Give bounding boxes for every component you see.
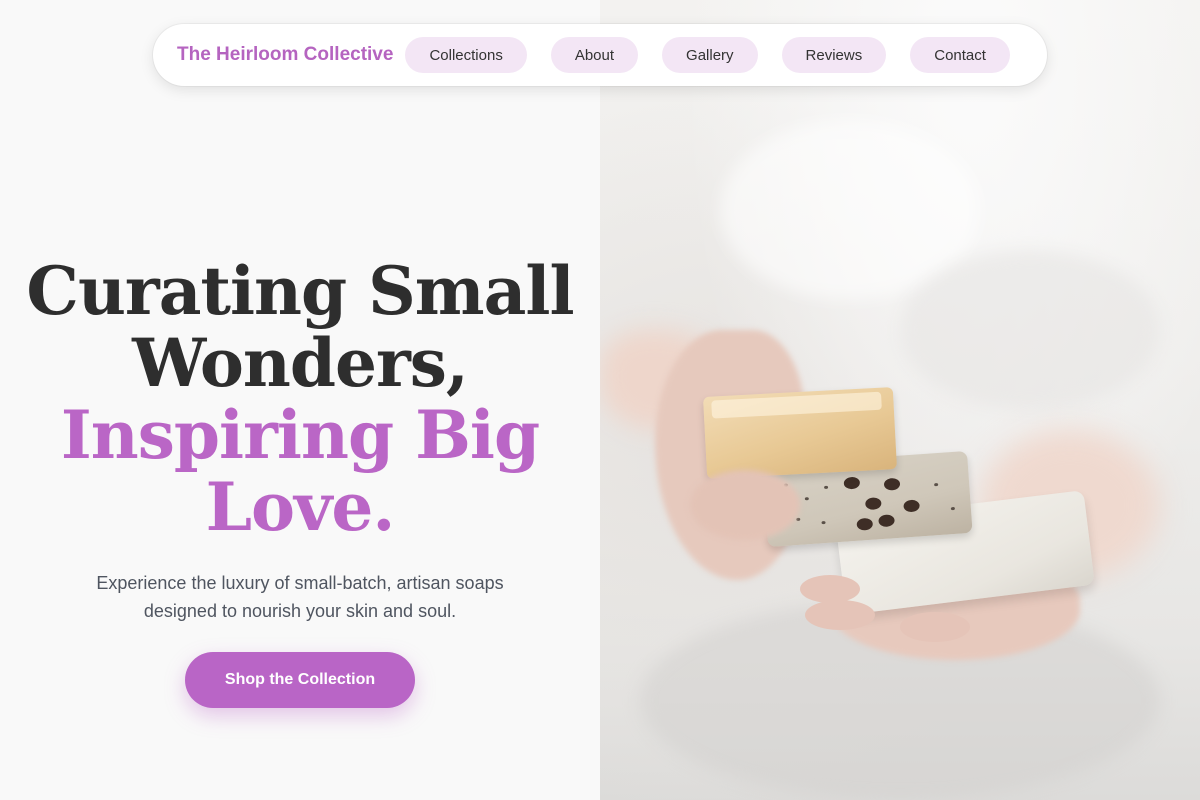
nav-link-reviews[interactable]: Reviews: [781, 37, 887, 73]
hero-headline: Curating Small Wonders, Inspiring Big Lo…: [0, 255, 600, 543]
brand-logo[interactable]: The Heirloom Collective: [177, 44, 393, 66]
nav-link-contact[interactable]: Contact: [910, 37, 1010, 73]
hero-photo: [600, 0, 1200, 800]
headline-accent-line-1: Inspiring Big: [60, 396, 540, 474]
hero-text: Curating Small Wonders, Inspiring Big Lo…: [0, 255, 600, 625]
shop-collection-button[interactable]: Shop the Collection: [185, 652, 415, 708]
finger: [805, 600, 875, 630]
shirt-highlight: [900, 250, 1160, 410]
headline-accent-line-2: Love.: [205, 468, 396, 546]
headline-line-2: Wonders,: [132, 324, 469, 402]
nav-link-gallery[interactable]: Gallery: [662, 37, 758, 73]
finger: [900, 612, 970, 642]
finger: [800, 575, 860, 603]
yellow-soap-bar: [702, 387, 898, 479]
nav-links: Collections About Gallery Reviews Contac…: [405, 37, 1010, 73]
nav-link-collections[interactable]: Collections: [405, 37, 527, 73]
nav-link-about[interactable]: About: [550, 37, 639, 73]
top-nav: The Heirloom Collective Collections Abou…: [153, 24, 1047, 86]
hero-subtitle: Experience the luxury of small-batch, ar…: [96, 573, 504, 621]
left-thumb: [690, 470, 800, 540]
headline-line-1: Curating Small: [26, 252, 574, 330]
